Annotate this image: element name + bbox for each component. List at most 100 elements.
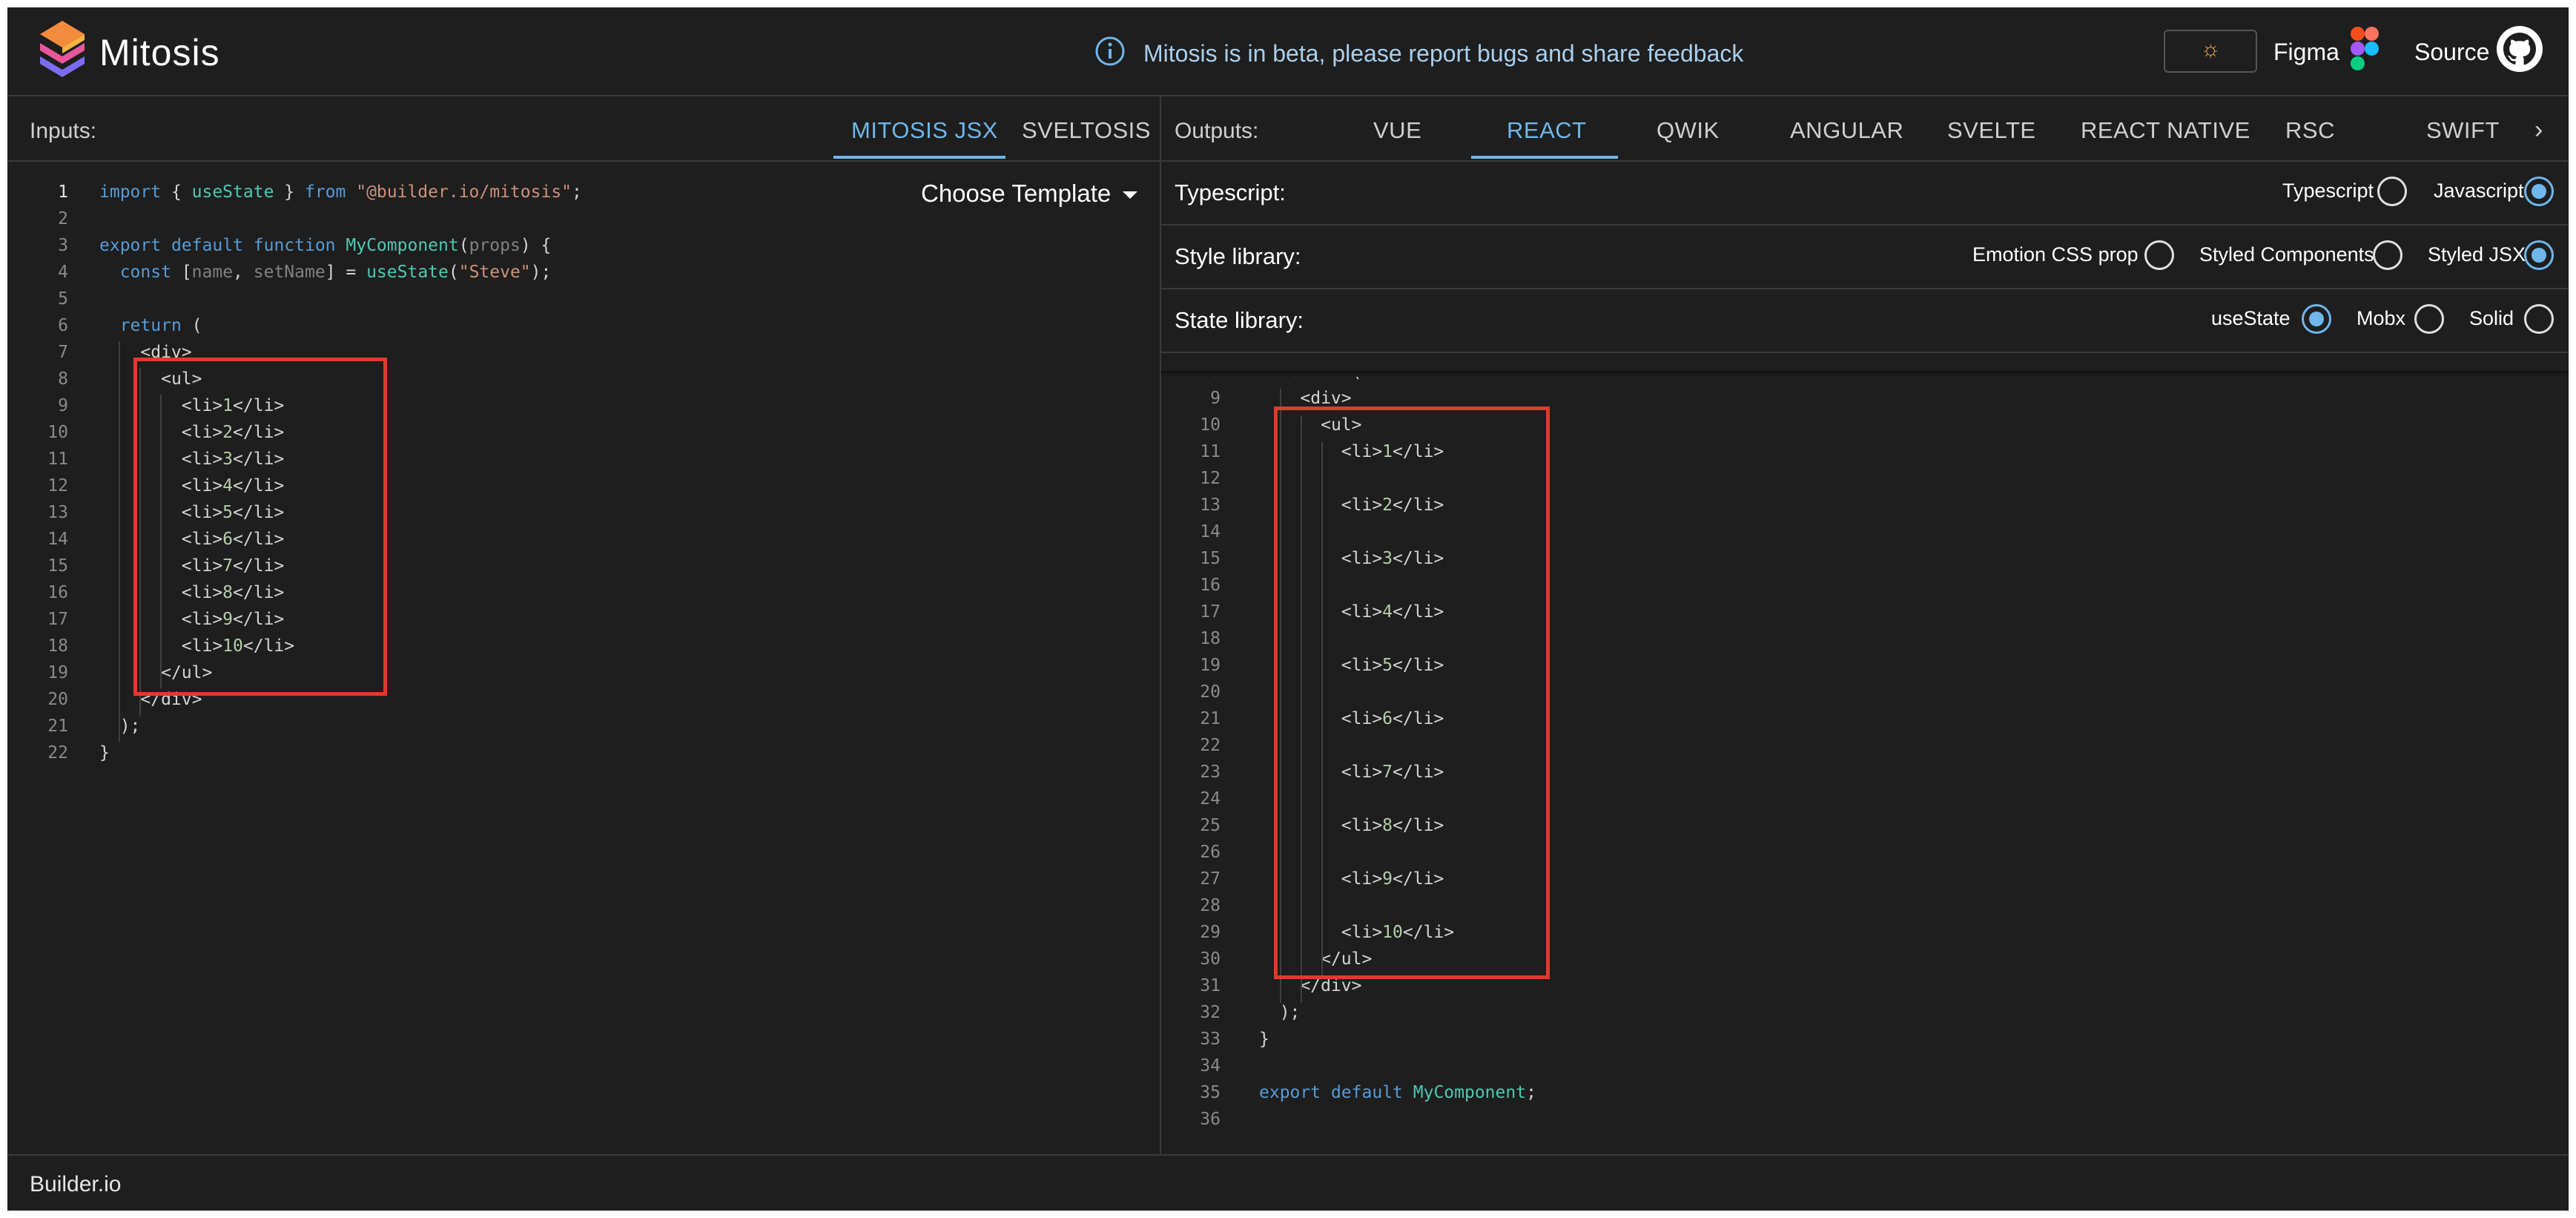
usestate-option-label: useState (2211, 307, 2291, 329)
tab-vue[interactable]: VUE (1373, 117, 1421, 144)
code-text: return ( (119, 316, 202, 335)
figma-icon[interactable] (2349, 25, 2380, 73)
line-number: 32 (1200, 1003, 1221, 1022)
line-number: 24 (1200, 789, 1221, 809)
line-number: 17 (1200, 602, 1221, 622)
figma-link[interactable]: Figma (2273, 39, 2339, 66)
app-window: Mitosis Mitosis is in beta, please repor… (7, 7, 2569, 1211)
highlight-box-input (133, 358, 387, 696)
emotion-radio[interactable] (2144, 240, 2174, 270)
solid-radio[interactable] (2524, 304, 2554, 334)
line-number: 27 (1200, 869, 1221, 889)
theme-toggle-button[interactable]: ☼ (2164, 30, 2257, 73)
line-number: 17 (47, 610, 68, 629)
line-number: 23 (1200, 763, 1221, 782)
line-number: 15 (1200, 549, 1221, 568)
info-icon (1095, 36, 1125, 66)
github-icon[interactable] (2496, 25, 2543, 73)
tab-sveltosis[interactable]: SVELTOSIS (1022, 117, 1151, 144)
code-text: export default function MyComponent(prop… (99, 236, 552, 255)
line-number: 12 (1200, 469, 1221, 488)
choose-template-dropdown[interactable]: Choose Template (921, 180, 1138, 208)
line-number: 29 (1200, 923, 1221, 942)
code-line: 36 (1161, 1110, 2569, 1136)
line-number: 26 (1200, 843, 1221, 862)
code-line: 4 const [name, setName] = useState("Stev… (7, 263, 1160, 289)
footer-text[interactable]: Builder.io (30, 1172, 121, 1197)
tab-react[interactable]: REACT (1507, 117, 1587, 144)
javascript-radio[interactable] (2524, 177, 2554, 206)
tab-rsc[interactable]: RSC (2285, 117, 2335, 144)
code-line: 31 </div> (1161, 976, 2569, 1003)
line-number: 4 (58, 263, 68, 282)
code-text: } (99, 743, 110, 763)
line-number: 8 (1176, 377, 1221, 381)
line-number: 14 (47, 530, 68, 549)
options-shadow (1161, 371, 2569, 377)
code-text: export default MyComponent; (1259, 1083, 1536, 1102)
style-library-label: Style library: (1175, 243, 1301, 269)
line-number: 22 (1200, 736, 1221, 755)
feedback-link[interactable]: report bugs and share feedback (1409, 40, 1744, 67)
line-number: 25 (1200, 816, 1221, 835)
footer: Builder.io (7, 1154, 2569, 1211)
tab-qwik[interactable]: QWIK (1657, 117, 1720, 144)
line-number: 16 (1200, 576, 1221, 595)
brand-name[interactable]: Mitosis (99, 31, 220, 74)
line-number: 10 (47, 423, 68, 442)
tab-angular[interactable]: ANGULAR (1790, 117, 1903, 144)
line-number: 19 (47, 663, 68, 682)
code-line: 22} (7, 743, 1160, 770)
typescript-options: Typescript: Typescript Javascript (1161, 162, 2569, 226)
line-number: 31 (1200, 976, 1221, 995)
styled-components-radio[interactable] (2373, 240, 2402, 270)
line-number: 9 (1210, 389, 1221, 408)
code-line: 32 ); (1161, 1003, 2569, 1030)
indent-guide (119, 341, 120, 742)
code-line: 5 (7, 289, 1160, 316)
line-number: 20 (1200, 682, 1221, 702)
line-number: 36 (1200, 1110, 1221, 1129)
code-text: import { useState } from "@builder.io/mi… (99, 182, 582, 202)
line-number: 7 (58, 343, 68, 362)
code-text: return ( (1259, 377, 1362, 381)
typescript-radio[interactable] (2377, 177, 2407, 206)
code-line: 6 return ( (7, 316, 1160, 343)
state-library-label: State library: (1175, 307, 1304, 333)
solid-option-label: Solid (2469, 307, 2514, 329)
line-number: 20 (47, 690, 68, 709)
style-library-options: Style library: Emotion CSS prop Styled C… (1161, 226, 2569, 289)
code-line: 8 return ( (1161, 377, 2569, 389)
tab-swift[interactable]: SWIFT (2426, 117, 2500, 144)
line-number: 11 (47, 450, 68, 469)
line-number: 3 (58, 236, 68, 255)
line-number: 18 (1200, 629, 1221, 648)
code-line: 3 export default function MyComponent(pro… (7, 236, 1160, 263)
line-number: 9 (58, 396, 68, 415)
tab-svelte[interactable]: SVELTE (1947, 117, 2036, 144)
code-line: 34 (1161, 1056, 2569, 1083)
javascript-option-label: Javascript (2434, 180, 2524, 202)
usestate-radio[interactable] (2302, 304, 2331, 334)
typescript-label: Typescript: (1175, 180, 1286, 205)
styled-jsx-radio[interactable] (2524, 240, 2554, 270)
line-number: 16 (47, 583, 68, 602)
tab-react-native[interactable]: REACT NATIVE (2081, 117, 2250, 144)
styled-components-option-label: Styled Components (2199, 243, 2374, 266)
line-number: 12 (47, 476, 68, 496)
line-number: 30 (1200, 949, 1221, 969)
scroll-tabs-right-button[interactable]: › (2534, 116, 2543, 145)
line-number: 5 (58, 289, 68, 309)
line-number: 11 (1200, 442, 1221, 461)
mitosis-logo-icon[interactable] (36, 18, 89, 80)
highlight-box-output (1274, 406, 1550, 979)
mobx-radio[interactable] (2414, 304, 2444, 334)
line-number: 1 (58, 182, 68, 202)
outputs-label: Outputs: (1175, 119, 1259, 143)
tab-mitosis-jsx[interactable]: MITOSIS JSX (851, 117, 998, 144)
code-text: } (1259, 1030, 1269, 1049)
code-line: 33} (1161, 1030, 2569, 1056)
line-number: 22 (47, 743, 68, 763)
source-link[interactable]: Source (2414, 39, 2489, 66)
line-number: 2 (58, 209, 68, 228)
